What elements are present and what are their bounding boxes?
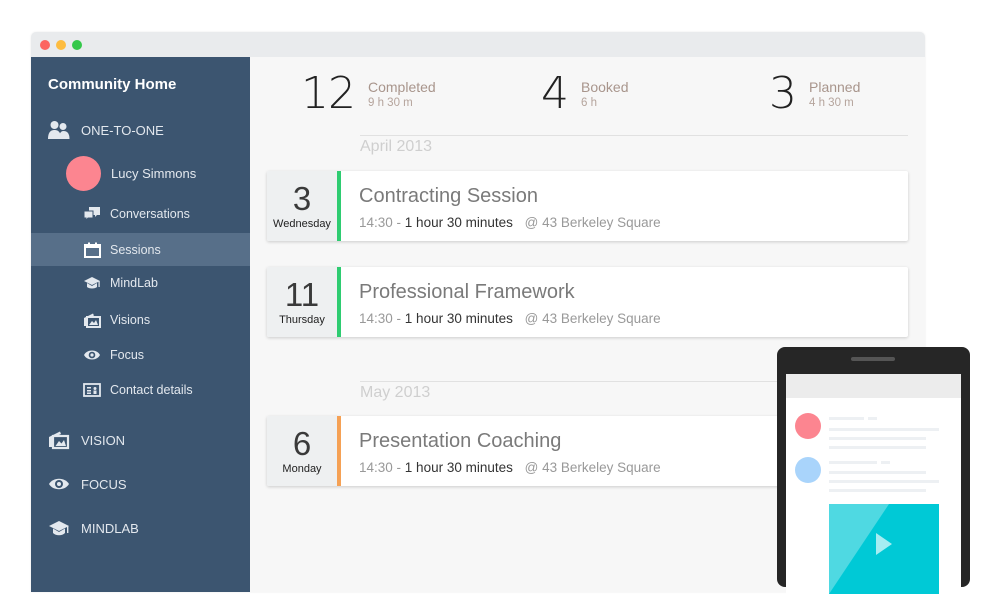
sidebar-item-focus[interactable]: Focus bbox=[31, 338, 250, 371]
session-card[interactable]: 3 Wednesday Contracting Session 14:30 - … bbox=[267, 171, 908, 241]
session-time: 14:30 - bbox=[359, 311, 402, 326]
sidebar-item-label: FOCUS bbox=[81, 476, 127, 492]
sidebar-item-label: Conversations bbox=[110, 206, 190, 221]
session-location: @ 43 Berkeley Square bbox=[524, 215, 661, 230]
phone-text-line bbox=[829, 489, 926, 492]
sidebar-item-label: ONE-TO-ONE bbox=[81, 122, 164, 138]
session-duration: 1 hour 30 minutes bbox=[404, 215, 513, 230]
phone-text-line bbox=[829, 446, 926, 449]
play-icon bbox=[876, 533, 892, 555]
session-meta: 14:30 - 1 hour 30 minutes @ 43 Berkeley … bbox=[359, 460, 661, 475]
phone-text-line bbox=[829, 480, 939, 483]
stat-label: Completed bbox=[368, 79, 436, 95]
session-duration: 1 hour 30 minutes bbox=[404, 460, 513, 475]
sidebar-item-mindlab-top[interactable]: MINDLAB bbox=[31, 516, 250, 540]
phone-text-line bbox=[829, 417, 864, 420]
session-title: Contracting Session bbox=[359, 185, 538, 207]
stat-booked: 4 Booked 6 h bbox=[541, 70, 628, 118]
session-day: 6 bbox=[292, 425, 312, 462]
session-day: 11 bbox=[284, 276, 320, 313]
session-time: 14:30 - bbox=[359, 460, 402, 475]
session-title: Professional Framework bbox=[359, 281, 575, 303]
avatar bbox=[66, 155, 101, 191]
sidebar-item-label: Visions bbox=[110, 312, 151, 327]
sidebar-item-label: Sessions bbox=[110, 242, 161, 257]
sidebar-item-vision[interactable]: VISION bbox=[31, 427, 250, 453]
sidebar-item-mindlab[interactable]: MindLab bbox=[31, 266, 250, 299]
session-date: 6 Monday bbox=[267, 416, 337, 486]
phone-app-bar bbox=[786, 374, 961, 398]
graduation-cap-icon bbox=[81, 272, 103, 294]
maximize-window-button[interactable] bbox=[72, 40, 82, 50]
session-meta: 14:30 - 1 hour 30 minutes @ 43 Berkeley … bbox=[359, 311, 661, 326]
sidebar-item-label: MindLab bbox=[110, 275, 158, 290]
session-weekday: Wednesday bbox=[273, 218, 331, 230]
session-title: Presentation Coaching bbox=[359, 430, 562, 452]
stat-label: Planned bbox=[809, 79, 861, 95]
session-meta: 14:30 - 1 hour 30 minutes @ 43 Berkeley … bbox=[359, 215, 661, 230]
sidebar-item-label: MINDLAB bbox=[81, 520, 139, 536]
session-duration: 1 hour 30 minutes bbox=[404, 311, 513, 326]
stat-count: 12 bbox=[301, 68, 356, 119]
stat-planned: 3 Planned 4 h 30 m bbox=[769, 70, 860, 118]
phone-text-line bbox=[868, 417, 877, 420]
sidebar-user-lucy-simmons[interactable]: Lucy Simmons bbox=[31, 153, 250, 193]
stat-duration: 9 h 30 m bbox=[368, 97, 413, 109]
users-icon bbox=[48, 119, 70, 141]
stat-completed: 12 Completed 9 h 30 m bbox=[301, 70, 436, 118]
phone-mockup bbox=[777, 347, 970, 594]
session-day: 3 bbox=[292, 180, 312, 217]
phone-text-line bbox=[829, 471, 926, 474]
graduation-cap-icon bbox=[48, 517, 70, 539]
sidebar-item-conversations[interactable]: Conversations bbox=[31, 197, 250, 230]
sidebar-title[interactable]: Community Home bbox=[48, 76, 176, 93]
picture-icon bbox=[81, 309, 103, 331]
eye-icon bbox=[48, 473, 70, 495]
eye-icon bbox=[81, 344, 103, 366]
picture-icon bbox=[48, 429, 70, 451]
phone-text-line bbox=[829, 461, 877, 464]
stat-count: 3 bbox=[769, 68, 797, 119]
phone-text-line bbox=[829, 428, 939, 431]
stat-duration: 4 h 30 m bbox=[809, 97, 854, 109]
stat-duration: 6 h bbox=[581, 97, 597, 109]
user-name: Lucy Simmons bbox=[111, 165, 197, 181]
session-time: 14:30 - bbox=[359, 215, 402, 230]
chat-bubbles-icon bbox=[81, 203, 103, 225]
sidebar: Community Home ONE-TO-ONE Lucy Simmons C… bbox=[31, 57, 250, 592]
session-date: 3 Wednesday bbox=[267, 171, 337, 241]
title-bar bbox=[31, 32, 925, 57]
sidebar-item-label: Focus bbox=[110, 347, 145, 362]
session-location: @ 43 Berkeley Square bbox=[524, 460, 661, 475]
sidebar-item-label: Contact details bbox=[110, 382, 193, 397]
calendar-icon bbox=[81, 239, 103, 261]
phone-screen bbox=[786, 374, 961, 594]
contact-card-icon bbox=[81, 379, 103, 401]
sidebar-item-label: VISION bbox=[81, 432, 126, 448]
minimize-window-button[interactable] bbox=[56, 40, 66, 50]
sidebar-item-focus-top[interactable]: FOCUS bbox=[31, 472, 250, 496]
stat-count: 4 bbox=[541, 68, 569, 119]
phone-text-line bbox=[881, 461, 890, 464]
month-header: April 2013 bbox=[360, 135, 908, 156]
close-window-button[interactable] bbox=[40, 40, 50, 50]
sidebar-item-contact-details[interactable]: Contact details bbox=[31, 373, 250, 406]
phone-avatar bbox=[795, 457, 821, 483]
phone-text-line bbox=[829, 437, 926, 440]
sidebar-item-one-to-one[interactable]: ONE-TO-ONE bbox=[31, 118, 250, 142]
session-location: @ 43 Berkeley Square bbox=[524, 311, 661, 326]
session-weekday: Monday bbox=[282, 463, 322, 475]
phone-video-thumbnail bbox=[829, 504, 939, 594]
phone-speaker bbox=[851, 357, 895, 361]
phone-avatar bbox=[795, 413, 821, 439]
session-card[interactable]: 11 Thursday Professional Framework 14:30… bbox=[267, 267, 908, 337]
sidebar-item-visions[interactable]: Visions bbox=[31, 303, 250, 336]
session-date: 11 Thursday bbox=[267, 267, 337, 337]
sidebar-item-sessions[interactable]: Sessions bbox=[31, 233, 250, 266]
stat-label: Booked bbox=[581, 79, 629, 95]
session-weekday: Thursday bbox=[279, 314, 325, 326]
